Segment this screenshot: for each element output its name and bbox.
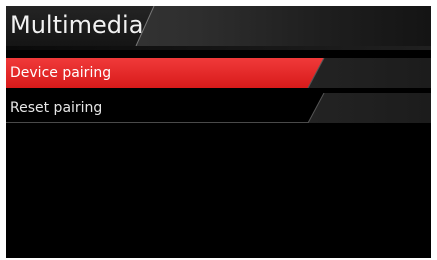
menu-item-label: Reset pairing	[10, 100, 103, 116]
menu-item-device-pairing[interactable]: Device pairing	[6, 58, 431, 88]
page-title: Multimedia	[10, 11, 144, 39]
header-underline	[6, 46, 431, 50]
menu-item-label: Device pairing	[10, 65, 112, 81]
infotainment-screen: Multimedia Device pairing Reset pairing	[6, 6, 431, 258]
menu-item-reset-pairing[interactable]: Reset pairing	[6, 93, 431, 123]
header-bar: Multimedia	[6, 6, 431, 46]
